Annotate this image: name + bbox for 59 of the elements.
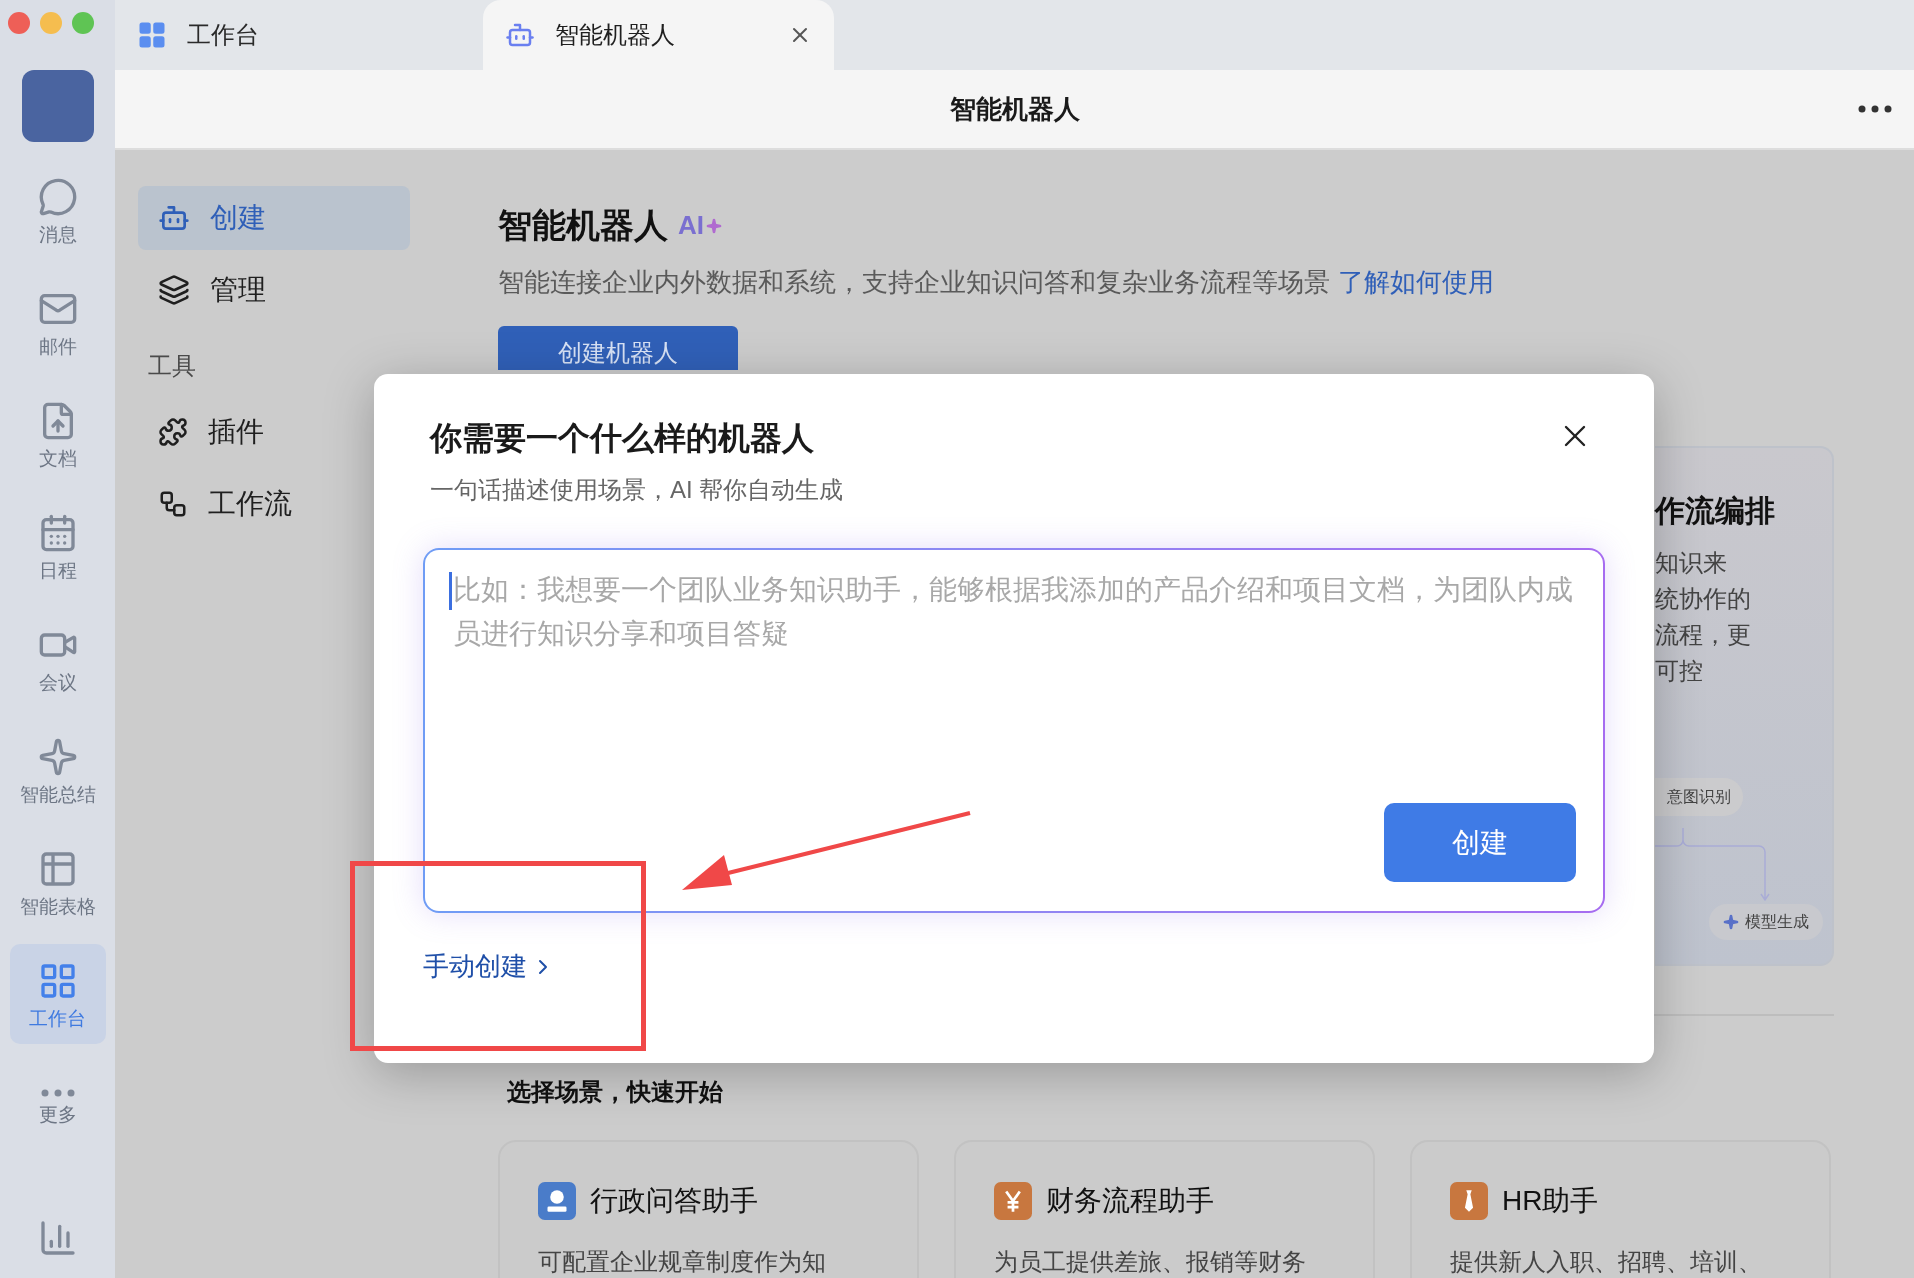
sidebar-item[interactable]: 智能表格	[9, 832, 106, 932]
sidebar-item[interactable]: 邮件	[9, 272, 106, 372]
flow-node: 意图识别	[1655, 778, 1743, 816]
close-window-icon[interactable]	[8, 12, 30, 34]
intro-description: 智能连接企业内外数据和系统，支持企业知识问答和复杂业务流程等场景	[498, 266, 1330, 299]
nav-item[interactable]: 管理	[138, 258, 410, 322]
sparkle-icon	[1723, 914, 1739, 930]
scene-card[interactable]: HR助手 提供新人入职、招聘、培训、	[1410, 1140, 1831, 1278]
tab[interactable]: 工作台	[115, 0, 483, 70]
avatar[interactable]	[21, 70, 94, 142]
scene-description: 为员工提供差旅、报销等财务	[994, 1247, 1307, 1277]
feature-card[interactable]: 作流编排 知识来 统协作的 流程，更 可控 意图识别 模型生成	[1655, 446, 1834, 966]
scene-card[interactable]: 行政问答助手 可配置企业规章制度作为知	[498, 1140, 919, 1278]
tab-label: 智能机器人	[555, 20, 675, 50]
chat-bubble-icon	[37, 176, 78, 217]
feature-text-line: 知识来	[1655, 548, 1728, 578]
nav-item[interactable]: 工作流	[138, 472, 410, 536]
feature-text-line: 可控	[1655, 656, 1704, 686]
feature-text-line: 流程，更	[1655, 620, 1752, 650]
sparkle-icon	[706, 217, 722, 234]
dialog-title: 你需要一个什么样的机器人	[430, 419, 815, 458]
scene-title: HR助手	[1502, 1184, 1599, 1218]
more-icon	[40, 1088, 75, 1097]
layers-icon	[158, 274, 190, 306]
scene-title: 行政问答助手	[590, 1184, 758, 1218]
scene-description: 提供新人入职、招聘、培训、	[1450, 1247, 1763, 1277]
ai-label: AI	[678, 209, 704, 242]
nav-item[interactable]: 插件	[138, 400, 410, 464]
feature-text-line: 统协作的	[1655, 584, 1752, 614]
description-field[interactable]: 比如：我想要一个团队业务知识助手，能够根据我添加的产品介绍和项目文档，为团队内成员进行知识分享和项目答疑 创建	[423, 548, 1605, 913]
create-button[interactable]: 创建	[1384, 803, 1576, 882]
grid-icon	[137, 20, 167, 50]
scene-card[interactable]: 财务流程助手 为员工提供差旅、报销等财务	[954, 1140, 1375, 1278]
section-title: 选择场景，快速开始	[507, 1077, 724, 1107]
intro-title: 智能机器人	[498, 205, 668, 246]
scene-description: 可配置企业规章制度作为知	[538, 1247, 827, 1277]
sidebar-item[interactable]: 日程	[9, 496, 106, 596]
sidebar-item[interactable]: 更多	[9, 1056, 106, 1156]
dialog-subtitle: 一句话描述使用场景，AI 帮你自动生成	[430, 475, 844, 505]
page-title: 智能机器人	[949, 92, 1080, 126]
tab-label: 工作台	[187, 20, 259, 50]
sidebar-item[interactable]: 消息	[9, 160, 106, 260]
more-icon[interactable]	[1858, 105, 1892, 113]
sparkle-icon	[37, 736, 78, 777]
feature-title: 作流编排	[1655, 493, 1776, 529]
section-label: 工具	[148, 351, 197, 381]
workflow-icon	[158, 489, 188, 519]
learn-link[interactable]: 了解如何使用	[1338, 263, 1494, 302]
scene-title: 财务流程助手	[1046, 1184, 1214, 1218]
nav-item[interactable]: 创建	[138, 186, 410, 250]
sidebar-item[interactable]: 工作台	[9, 944, 106, 1044]
tab[interactable]: 智能机器人	[483, 0, 834, 70]
sidebar-item[interactable]: 文档	[9, 384, 106, 484]
sidebar-item[interactable]: 智能总结	[9, 720, 106, 820]
puzzle-icon	[158, 417, 188, 447]
manual-create-link[interactable]: 手动创建	[423, 947, 555, 986]
sidebar-item[interactable]: 会议	[9, 608, 106, 708]
flow-node: 模型生成	[1709, 904, 1823, 940]
create-robot-button[interactable]: 创建机器人	[498, 326, 738, 370]
